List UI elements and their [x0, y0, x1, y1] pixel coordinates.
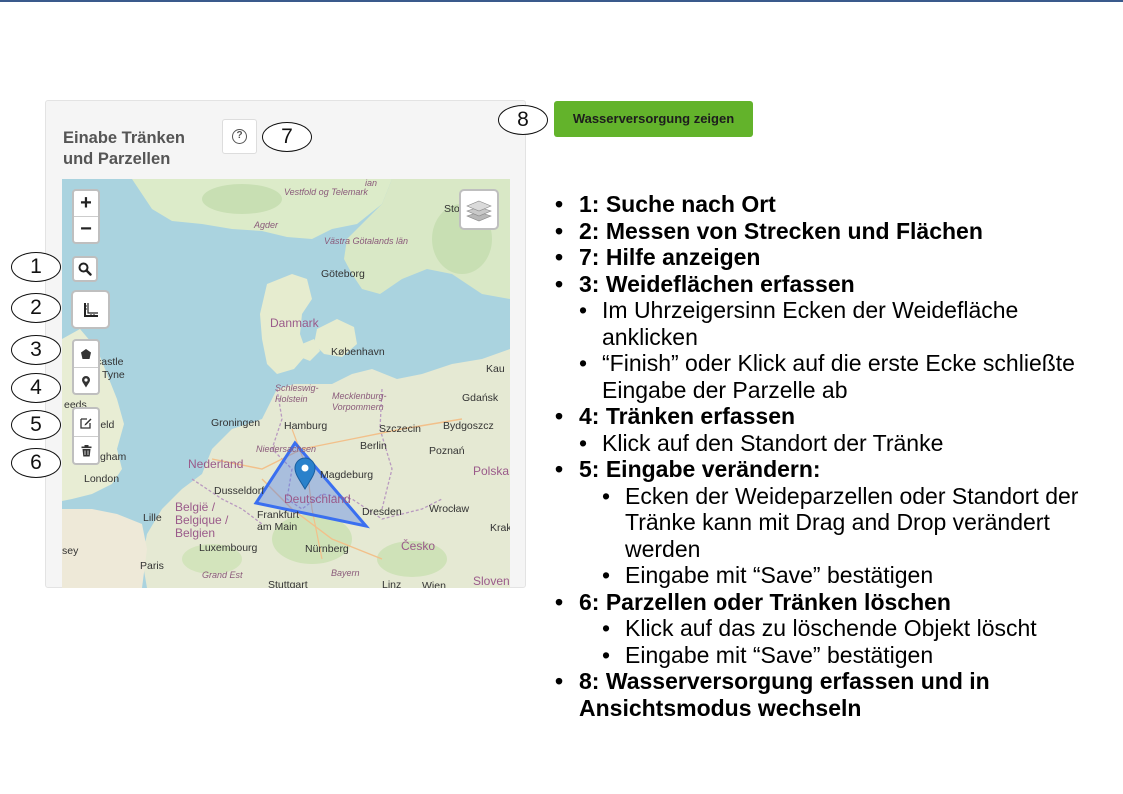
label-wroclaw: Wrocław — [429, 503, 470, 515]
label-linz: Linz — [382, 579, 402, 588]
draw-toolbar — [72, 339, 100, 395]
callout-5: 5 — [11, 410, 61, 440]
label-bayern: Bayern — [331, 568, 360, 578]
note-5: 5: Eingabe verändern: Ecken der Weidepar… — [555, 456, 1115, 589]
note-8: 8: Wasserversorgung erfassen und in Ansi… — [555, 668, 1115, 721]
draw-polygon-icon — [81, 349, 91, 359]
label-bydgoszcz: Bydgoszcz — [443, 420, 494, 432]
label-szczecin: Szczecin — [379, 423, 422, 435]
label-berlin: Berlin — [360, 440, 387, 452]
label-groningen: Groningen — [211, 417, 261, 429]
edit-icon — [80, 417, 92, 429]
map-view[interactable]: Vestfold og Telemark Agder Västra Götala… — [62, 179, 510, 588]
label-grandest: Grand Est — [202, 570, 243, 580]
label-vastra: Västra Götalands län — [324, 236, 409, 246]
note-6a: Klick auf das zu löschende Objekt löscht — [579, 615, 1115, 642]
label-luxembourg: Luxembourg — [199, 542, 258, 554]
panel-title: Einabe Tränken und Parzellen — [63, 129, 185, 168]
help-button[interactable]: ? — [222, 119, 257, 154]
measure-button[interactable] — [71, 290, 110, 329]
label-schleswig: Schleswig-Holstein — [275, 383, 319, 404]
label-deutschland: Deutschland — [284, 492, 351, 506]
search-button[interactable] — [72, 256, 98, 282]
label-kobenhavn: København — [331, 346, 385, 358]
callout-7: 7 — [262, 122, 312, 152]
label-frankfurt: Frankfurt am Main — [257, 509, 300, 533]
callout-6: 6 — [11, 448, 61, 478]
label-mecklenburg: Mecklenburg-Vorpommern — [332, 391, 387, 412]
trash-icon — [81, 444, 91, 456]
label-dusseldorf: Dusseldorf — [214, 485, 265, 497]
zoom-control: + − — [72, 189, 100, 244]
label-hamburg: Hamburg — [284, 420, 328, 432]
label-lille: Lille — [143, 512, 162, 524]
label-kaun: Kau — [486, 363, 505, 375]
note-4a: Klick auf den Standort der Tränke — [579, 430, 1115, 457]
callout-3: 3 — [11, 335, 61, 365]
zoom-out-button[interactable]: − — [74, 217, 98, 242]
note-7: 7: Hilfe anzeigen — [555, 244, 1115, 271]
search-icon — [78, 262, 92, 276]
note-5b: Eingabe mit “Save” bestätigen — [579, 562, 1115, 589]
label-tyne: Tyne — [102, 369, 125, 381]
zoom-in-button[interactable]: + — [74, 191, 98, 217]
callout-2: 2 — [11, 293, 61, 323]
label-belgie: België / Belgique / Belgien — [175, 500, 229, 540]
label-nederland: Nederland — [188, 457, 244, 471]
note-5a: Ecken der Weideparzellen oder Standort d… — [579, 483, 1115, 563]
label-ian: ian — [365, 179, 378, 188]
note-3: 3: Weideflächen erfassen Im Uhrzeigersin… — [555, 271, 1115, 404]
delete-button[interactable] — [74, 437, 98, 464]
callout-4: 4 — [11, 373, 61, 403]
label-vestfold: Vestfold og Telemark — [284, 187, 368, 197]
top-border — [0, 0, 1123, 2]
label-ield: ield — [98, 419, 115, 431]
label-cesko: Česko — [401, 539, 436, 553]
note-1: 1: Suche nach Ort — [555, 191, 1115, 218]
question-circle-icon: ? — [232, 129, 247, 144]
layers-icon — [466, 200, 492, 221]
edit-button[interactable] — [74, 409, 98, 437]
label-castle: castle — [96, 356, 124, 368]
label-poznan: Poznań — [429, 445, 465, 457]
label-london: London — [84, 473, 120, 485]
callout-8: 8 — [498, 105, 548, 135]
note-6b: Eingabe mit “Save” bestätigen — [579, 642, 1115, 669]
label-agder: Agder — [254, 220, 279, 230]
draw-marker-icon — [82, 375, 90, 387]
label-dresden: Dresden — [362, 506, 402, 518]
instructions-list: 1: Suche nach Ort 2: Messen von Strecken… — [555, 191, 1115, 721]
label-goteborg: Göteborg — [321, 268, 365, 280]
label-polska: Polska — [473, 464, 510, 478]
label-krak: Krak — [490, 522, 510, 534]
label-sloven: Sloven — [473, 574, 510, 588]
note-2: 2: Messen von Strecken und Flächen — [555, 218, 1115, 245]
label-gdansk: Gdańsk — [462, 392, 499, 404]
label-danmark: Danmark — [270, 316, 319, 330]
label-paris: Paris — [140, 560, 164, 572]
note-3a: Im Uhrzeigersinn Ecken der Weidefläche a… — [579, 297, 1115, 350]
draw-marker-button[interactable] — [74, 368, 98, 394]
callout-1: 1 — [11, 252, 61, 282]
measure-ruler-icon — [83, 302, 98, 317]
note-6: 6: Parzellen oder Tränken löschen Klick … — [555, 589, 1115, 669]
label-stuttgart: Stuttgart — [268, 579, 308, 588]
label-magdeburg: Magdeburg — [320, 469, 374, 481]
draw-polygon-button[interactable] — [74, 341, 98, 368]
label-niedersachsen: Niedersachsen — [256, 444, 317, 454]
label-gham: gham — [100, 451, 127, 463]
show-water-supply-button[interactable]: Wasserversorgung zeigen — [554, 101, 753, 137]
note-3b: “Finish” oder Klick auf die erste Ecke s… — [579, 350, 1115, 403]
label-sey: sey — [62, 545, 79, 557]
layers-button[interactable] — [459, 189, 499, 230]
label-wien: Wien — [422, 580, 446, 588]
label-sto: Sto — [444, 203, 460, 215]
edit-toolbar — [72, 407, 100, 465]
label-nurnberg: Nürnberg — [305, 543, 349, 555]
note-4: 4: Tränken erfassen Klick auf den Stando… — [555, 403, 1115, 456]
